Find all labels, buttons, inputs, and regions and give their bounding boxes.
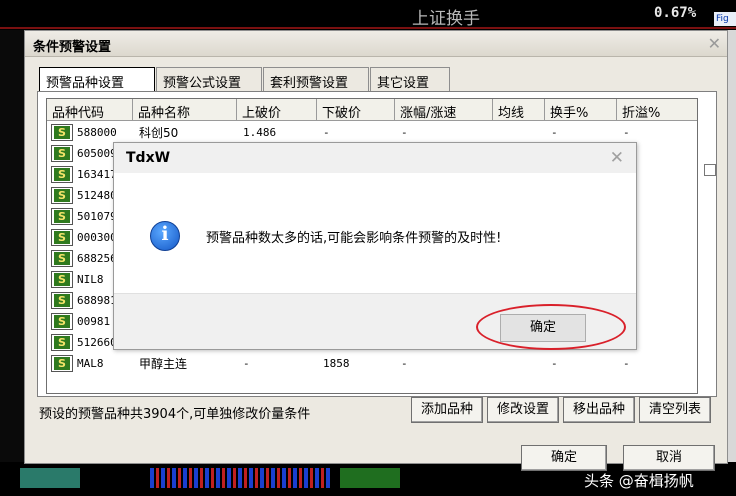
info-icon: i — [150, 221, 180, 251]
row-code: 501079 — [77, 210, 117, 223]
message-box-footer: 确定 — [114, 293, 636, 350]
stock-s-icon: S — [51, 124, 73, 141]
row-code: 605009 — [77, 147, 117, 160]
stock-s-icon: S — [51, 292, 73, 309]
message-box-close-icon[interactable]: ✕ — [610, 148, 624, 168]
column-header-ma[interactable]: 均线 — [493, 99, 545, 121]
column-header-name[interactable]: 品种名称 — [133, 99, 237, 121]
row-upper-price: - — [243, 357, 250, 370]
row-code: 00981 — [77, 315, 111, 328]
stock-s-icon-glyph: S — [54, 336, 70, 349]
background-red-line — [0, 27, 736, 29]
dialog-title: 条件预警设置 — [33, 40, 112, 55]
stock-s-icon: S — [51, 250, 73, 267]
stock-s-icon-glyph: S — [54, 252, 70, 265]
remove-symbol-button[interactable]: 移出品种 — [563, 397, 635, 423]
row-code: MAL8 — [77, 357, 104, 370]
stock-s-icon: S — [51, 166, 73, 183]
list-checkbox[interactable] — [704, 164, 716, 176]
highlight-ring — [476, 304, 626, 350]
row-code: 512480 — [77, 189, 117, 202]
row-code: 000300 — [77, 231, 117, 244]
row-code: NIL8 — [77, 273, 104, 286]
row-turnover: - — [551, 357, 558, 370]
stock-s-icon: S — [51, 208, 73, 225]
stock-s-icon-glyph: S — [54, 189, 70, 202]
tab-formula-settings[interactable]: 预警公式设置 — [156, 67, 262, 91]
row-code: 688981 — [77, 294, 117, 307]
message-box-titlebar[interactable]: TdxW ✕ — [114, 143, 636, 173]
column-header-premium[interactable]: 折溢% — [617, 99, 697, 121]
table-row[interactable]: S MAL8 甲醇主连 - 1858 - - - — [47, 353, 697, 374]
row-lower-price: 1858 — [323, 357, 350, 370]
background-right-panel — [728, 30, 736, 496]
message-box-title: TdxW — [126, 150, 171, 166]
ok-button[interactable]: 确定 — [521, 445, 607, 471]
stock-s-icon-glyph: S — [54, 147, 70, 160]
column-header-code[interactable]: 品种代码 — [47, 99, 133, 121]
stock-s-icon: S — [51, 355, 73, 372]
warning-message-box: TdxW ✕ i 预警品种数太多的话,可能会影响条件预警的及时性! 确定 — [113, 142, 637, 350]
background-chart-header: 上证换手 0.67% Fig — [0, 0, 736, 30]
row-premium: - — [623, 126, 630, 139]
row-name: 科创50 — [139, 126, 179, 140]
stock-s-icon-glyph: S — [54, 357, 70, 370]
stock-s-icon-glyph: S — [54, 231, 70, 244]
stock-s-icon: S — [51, 313, 73, 330]
stock-s-icon: S — [51, 145, 73, 162]
list-header: 品种代码 品种名称 上破价 下破价 涨幅/涨速 均线 换手% 折溢% — [47, 99, 697, 121]
row-premium: - — [623, 357, 630, 370]
column-header-lower-price[interactable]: 下破价 — [317, 99, 395, 121]
row-code: 163417 — [77, 168, 117, 181]
stock-s-icon: S — [51, 271, 73, 288]
stock-s-icon-glyph: S — [54, 210, 70, 223]
row-code: 588000 — [77, 126, 117, 139]
column-header-change[interactable]: 涨幅/涨速 — [395, 99, 493, 121]
stock-s-icon-glyph: S — [54, 126, 70, 139]
table-row[interactable]: S 588000 科创50 1.486 - - - - — [47, 122, 697, 143]
stock-s-icon-glyph: S — [54, 168, 70, 181]
row-code: 688256 — [77, 252, 117, 265]
row-lower-price: - — [323, 126, 330, 139]
row-turnover: - — [551, 126, 558, 139]
column-header-upper-price[interactable]: 上破价 — [237, 99, 317, 121]
add-symbol-button[interactable]: 添加品种 — [411, 397, 483, 423]
stock-s-icon: S — [51, 334, 73, 351]
tab-arbitrage-settings[interactable]: 套利预警设置 — [263, 67, 369, 91]
background-ticker-label: 上证换手 — [412, 9, 480, 29]
dialog-titlebar[interactable]: 条件预警设置 ✕ — [25, 31, 727, 57]
stock-s-icon-glyph: S — [54, 315, 70, 328]
modify-settings-button[interactable]: 修改设置 — [487, 397, 559, 423]
row-code: 512660 — [77, 336, 117, 349]
close-icon[interactable]: ✕ — [708, 34, 721, 53]
watermark-text: 头条 @奋楫扬帆 — [584, 472, 694, 490]
background-percent-readout: 0.67% — [654, 5, 697, 21]
tab-symbol-settings[interactable]: 预警品种设置 — [39, 67, 155, 93]
stock-s-icon-glyph: S — [54, 294, 70, 307]
row-name: 甲醇主连 — [139, 357, 188, 371]
stock-s-icon-glyph: S — [54, 273, 70, 286]
column-header-turnover[interactable]: 换手% — [545, 99, 617, 121]
summary-text: 预设的预警品种共3904个,可单独修改价量条件 — [39, 407, 311, 422]
row-change: - — [401, 357, 408, 370]
cancel-button[interactable]: 取消 — [623, 445, 715, 471]
row-upper-price: 1.486 — [243, 126, 277, 139]
info-icon-glyph: i — [161, 223, 169, 245]
stock-s-icon: S — [51, 229, 73, 246]
clear-list-button[interactable]: 清空列表 — [639, 397, 711, 423]
background-fig-tab: Fig — [714, 12, 736, 26]
message-text: 预警品种数太多的话,可能会影响条件预警的及时性! — [206, 231, 502, 246]
row-change: - — [401, 126, 408, 139]
tab-other-settings[interactable]: 其它设置 — [370, 67, 450, 91]
stock-s-icon: S — [51, 187, 73, 204]
tab-strip: 预警品种设置 预警公式设置 套利预警设置 其它设置 — [39, 67, 715, 93]
